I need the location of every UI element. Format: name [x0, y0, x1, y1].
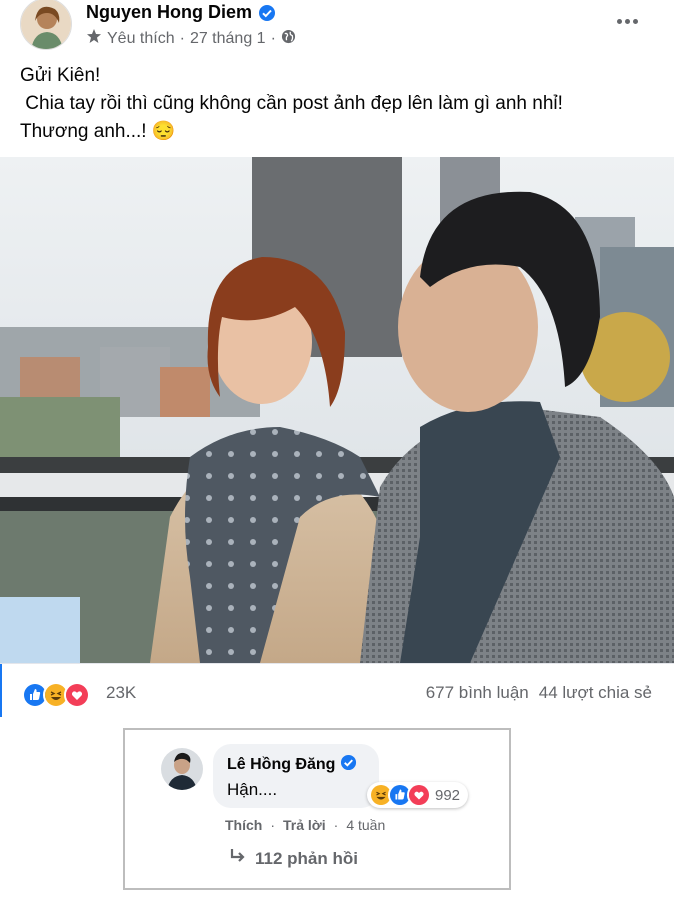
- verified-badge-icon: [340, 754, 357, 776]
- post-header: Nguyen Hong Diem Yêu thích · 27 tháng 1 …: [0, 0, 674, 56]
- reply-arrow-icon: [229, 848, 247, 869]
- favorites-label: Yêu thích: [107, 29, 175, 47]
- post-text-line: Gửi Kiên!: [20, 65, 101, 86]
- comment-reactions[interactable]: 992: [367, 782, 469, 808]
- meta-separator: ·: [179, 29, 185, 47]
- dot-separator: ·: [333, 817, 339, 833]
- meta-separator-2: ·: [270, 29, 276, 47]
- post-photo[interactable]: [0, 157, 674, 663]
- author-avatar[interactable]: [20, 0, 72, 50]
- view-replies-button[interactable]: 112 phản hồi: [229, 848, 358, 869]
- commenter-avatar[interactable]: [161, 748, 203, 790]
- star-icon: [86, 28, 102, 49]
- comment-time[interactable]: 4 tuần: [346, 817, 385, 833]
- post-text-line: Thương anh...! 😔: [20, 121, 176, 142]
- reactions-bar: 23K 677 bình luận 44 lượt chia sẻ: [0, 663, 674, 722]
- comment-reaction-count: 992: [435, 786, 461, 804]
- post-stats: 677 bình luận 44 lượt chia sẻ: [426, 683, 652, 703]
- more-dot-icon: [616, 18, 622, 24]
- comment-highlight: Lê Hồng Đăng Hận.... 992 Thích · Trả lời: [123, 728, 511, 890]
- comment-actions: Thích · Trả lời · 4 tuần: [225, 817, 385, 833]
- shares-count[interactable]: 44 lượt chia sẻ: [539, 683, 652, 703]
- reaction-count[interactable]: 23K: [106, 683, 136, 703]
- author-name[interactable]: Nguyen Hong Diem: [86, 2, 252, 23]
- comments-count[interactable]: 677 bình luận: [426, 683, 529, 703]
- love-icon: [64, 682, 90, 708]
- post-text-line: Chia tay rồi thì cũng không cần post ảnh…: [20, 93, 563, 114]
- post-text: Gửi Kiên! Chia tay rồi thì cũng không cầ…: [20, 62, 563, 146]
- globe-icon: [281, 29, 296, 49]
- comment-bubble: Lê Hồng Đăng Hận....: [213, 744, 379, 808]
- replies-count: 112 phản hồi: [255, 848, 358, 868]
- reply-button[interactable]: Trả lời: [283, 817, 326, 833]
- love-icon: [407, 783, 431, 807]
- more-dot-icon: [624, 18, 630, 24]
- verified-badge-icon: [258, 4, 276, 22]
- post-date[interactable]: 27 tháng 1: [190, 30, 266, 48]
- commenter-name[interactable]: Lê Hồng Đăng: [227, 756, 335, 774]
- reaction-icons[interactable]: [22, 682, 90, 708]
- comment-text: Hận....: [227, 780, 278, 799]
- like-comment-button[interactable]: Thích: [225, 817, 262, 833]
- dot-separator: ·: [270, 817, 276, 833]
- more-dot-icon: [632, 18, 638, 24]
- more-options-button[interactable]: [612, 6, 642, 36]
